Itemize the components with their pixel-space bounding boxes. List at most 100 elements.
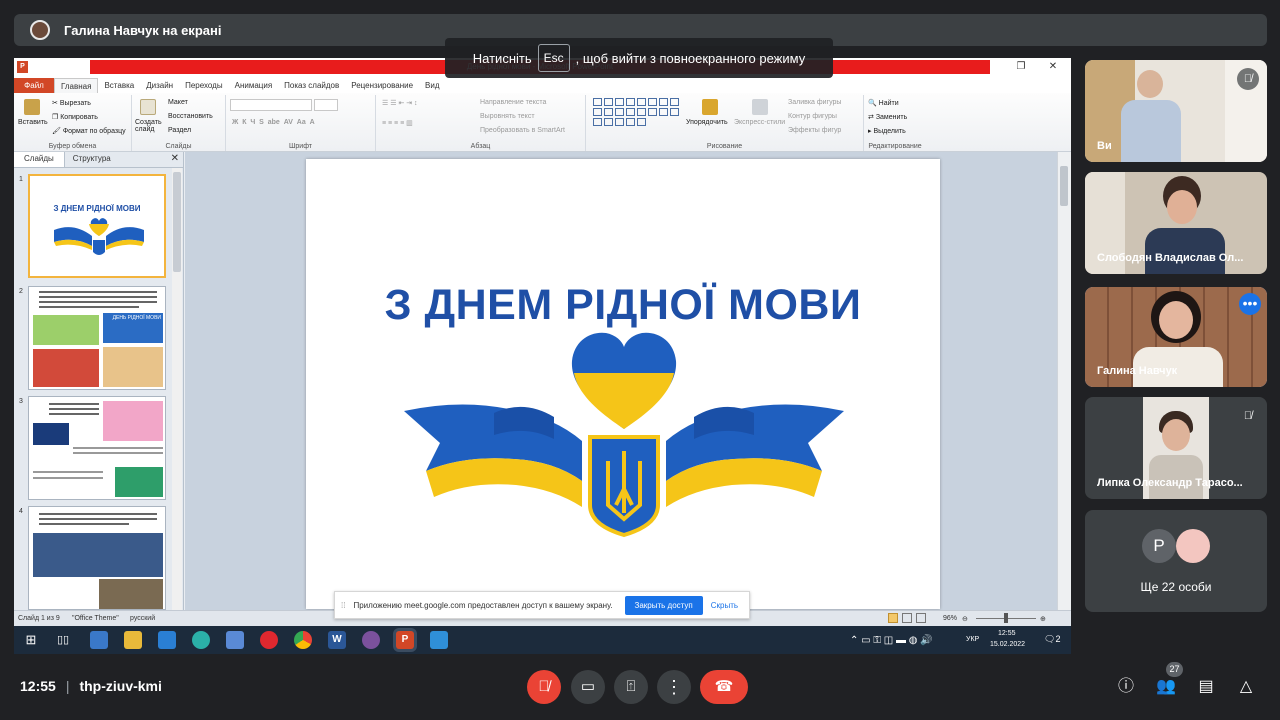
pane-close-icon[interactable]: ✕ (166, 152, 184, 167)
tab-animation[interactable]: Анимация (229, 78, 279, 93)
start-icon[interactable]: ⊞ (22, 631, 40, 649)
text-direction-button[interactable]: Направление текста (480, 99, 546, 106)
activities-button[interactable]: △ (1235, 676, 1257, 698)
text-line (33, 477, 103, 479)
chat-button[interactable]: ▤ (1195, 676, 1217, 698)
pane-scroll-thumb[interactable] (173, 172, 181, 272)
zoom-in-icon[interactable]: ⊕ (1040, 615, 1046, 623)
new-slide-button[interactable]: Создать слайд (135, 119, 165, 133)
chrome-icon[interactable] (294, 631, 312, 649)
restore-icon[interactable]: ❐ (1014, 60, 1028, 74)
tab-file[interactable]: Файл (14, 78, 54, 93)
tab-transitions[interactable]: Переходы (179, 78, 229, 93)
shape-effects-button[interactable]: Эффекты фигур (788, 127, 841, 134)
editor-scroll-thumb[interactable] (1060, 166, 1068, 206)
tab-slides[interactable]: Слайды (14, 152, 65, 167)
font-name-combo[interactable] (230, 99, 312, 111)
tab-review[interactable]: Рецензирование (345, 78, 419, 93)
tab-outline[interactable]: Структура (65, 152, 119, 167)
more-options-icon[interactable]: ••• (1239, 293, 1261, 315)
editor-scrollbar[interactable] (1057, 152, 1071, 610)
reading-view-icon[interactable] (916, 613, 926, 623)
taskbar-date[interactable]: 15.02.2022 (990, 641, 1025, 648)
participant-tile[interactable]: 🎙̸ Липка Олександр Тарасо... (1085, 397, 1267, 499)
others-count: Ще 22 особи (1140, 580, 1212, 594)
explorer-icon[interactable] (124, 631, 142, 649)
select-button[interactable]: ▸ Выделить (868, 127, 906, 135)
keyboard-language[interactable]: УКР (966, 636, 979, 643)
hide-notice-link[interactable]: Скрыть (711, 601, 738, 610)
current-slide[interactable]: З ДНЕМ РІДНОЇ МОВИ (306, 159, 940, 609)
slide-thumbnail-4[interactable] (28, 506, 166, 610)
paste-icon[interactable] (24, 99, 40, 115)
participant-tile-you[interactable]: 🎙̸ Ви (1085, 60, 1267, 162)
cut-button[interactable]: ✂ Вырезать (52, 99, 91, 107)
layout-button[interactable]: Макет (168, 99, 188, 106)
shape-fill-button[interactable]: Заливка фигуры (788, 99, 841, 106)
shape-outline-button[interactable]: Контур фигуры (788, 113, 837, 120)
mic-toggle-button[interactable]: 🎙̸ (527, 670, 561, 704)
tray-icons[interactable]: ⌃ ▭ ⚿ ◫ ▬ ◍ 🔊 (850, 635, 933, 646)
zoom-slider-handle[interactable] (1004, 613, 1008, 623)
smartart-button[interactable]: Преобразовать в SmartArt (480, 127, 565, 134)
participant-tile-active[interactable]: ••• Галина Навчук (1085, 287, 1267, 387)
drag-handle-icon[interactable]: ⁞⁞ (341, 601, 345, 610)
task-view-icon[interactable]: ▯▯ (54, 631, 72, 649)
align-text-button[interactable]: Выровнять текст (480, 113, 535, 120)
present-button[interactable]: ⍐ (614, 670, 648, 704)
store-icon[interactable] (226, 631, 244, 649)
zoom-out-icon[interactable]: ⊖ (962, 615, 968, 623)
section-button[interactable]: Раздел (168, 127, 191, 134)
find-button[interactable]: 🔍 Найти (868, 99, 899, 107)
participant-count-badge: 27 (1166, 662, 1183, 677)
edge-icon[interactable] (192, 631, 210, 649)
tab-slideshow[interactable]: Показ слайдов (278, 78, 345, 93)
viber-icon[interactable] (362, 631, 380, 649)
theme-name: "Office Theme" (72, 615, 119, 622)
format-painter-button[interactable]: 🖌 Формат по образцу (52, 127, 126, 135)
replace-button[interactable]: ⇄ Заменить (868, 113, 907, 121)
hangup-button[interactable]: ☎ (700, 670, 748, 704)
reset-button[interactable]: Восстановить (168, 113, 213, 120)
slide-thumbnail-1[interactable]: З ДНЕМ РІДНОЇ МОВИ (28, 174, 166, 278)
normal-view-icon[interactable] (888, 613, 898, 623)
font-size-combo[interactable] (314, 99, 338, 111)
more-button[interactable]: ⋮ (657, 670, 691, 704)
quick-styles-icon[interactable] (752, 99, 768, 115)
tab-design[interactable]: Дизайн (140, 78, 179, 93)
font-formatting-icons[interactable]: Ж К Ч S abe AV Aa A (232, 119, 315, 126)
opera-icon[interactable] (260, 631, 278, 649)
new-slide-icon[interactable] (140, 99, 156, 115)
camera-icon: ▭ (580, 678, 596, 695)
notifications-icon[interactable]: 🗨2 (1044, 634, 1060, 645)
tab-home[interactable]: Главная (54, 78, 99, 93)
stop-sharing-button[interactable]: Закрыть доступ (624, 595, 703, 615)
shapes-gallery[interactable] (592, 97, 682, 137)
participant-name: Липка Олександр Тарасо... (1097, 477, 1243, 489)
participant-tile[interactable]: Слободян Владислав Ол... (1085, 172, 1267, 274)
arrange-button[interactable]: Упорядочить (686, 119, 728, 126)
camera-toggle-button[interactable]: ▭ (571, 670, 605, 704)
people-button[interactable]: 👥 (1155, 676, 1177, 698)
list-icons[interactable]: ☰ ☰ ⇤ ⇥ ↕ (382, 99, 418, 107)
arrange-icon[interactable] (702, 99, 718, 115)
info-button[interactable]: ⓘ (1115, 676, 1137, 698)
photos-icon[interactable] (430, 631, 448, 649)
slide-thumbnail-3[interactable] (28, 396, 166, 500)
taskbar-time[interactable]: 12:55 (998, 630, 1016, 637)
slide-thumbnail-2[interactable]: ДЕНЬ РІДНОЇ МОВИ (28, 286, 166, 390)
powerpoint-taskbar-icon[interactable]: P (396, 631, 414, 649)
app-icon[interactable] (90, 631, 108, 649)
word-icon[interactable]: W (328, 631, 346, 649)
close-icon[interactable]: ✕ (1046, 60, 1060, 74)
paste-button[interactable]: Вставить (18, 119, 48, 126)
others-tile[interactable]: P Ще 22 особи (1085, 510, 1267, 612)
align-icons[interactable]: ≡ ≡ ≡ ≡ ▥ (382, 119, 413, 127)
tab-view[interactable]: Вид (419, 78, 445, 93)
presenter-avatar (30, 20, 50, 40)
sorter-view-icon[interactable] (902, 613, 912, 623)
copy-button[interactable]: ❐ Копировать (52, 113, 98, 121)
quick-styles-button[interactable]: Экспресс-стили (734, 119, 785, 126)
mail-icon[interactable] (158, 631, 176, 649)
tab-insert[interactable]: Вставка (98, 78, 140, 93)
